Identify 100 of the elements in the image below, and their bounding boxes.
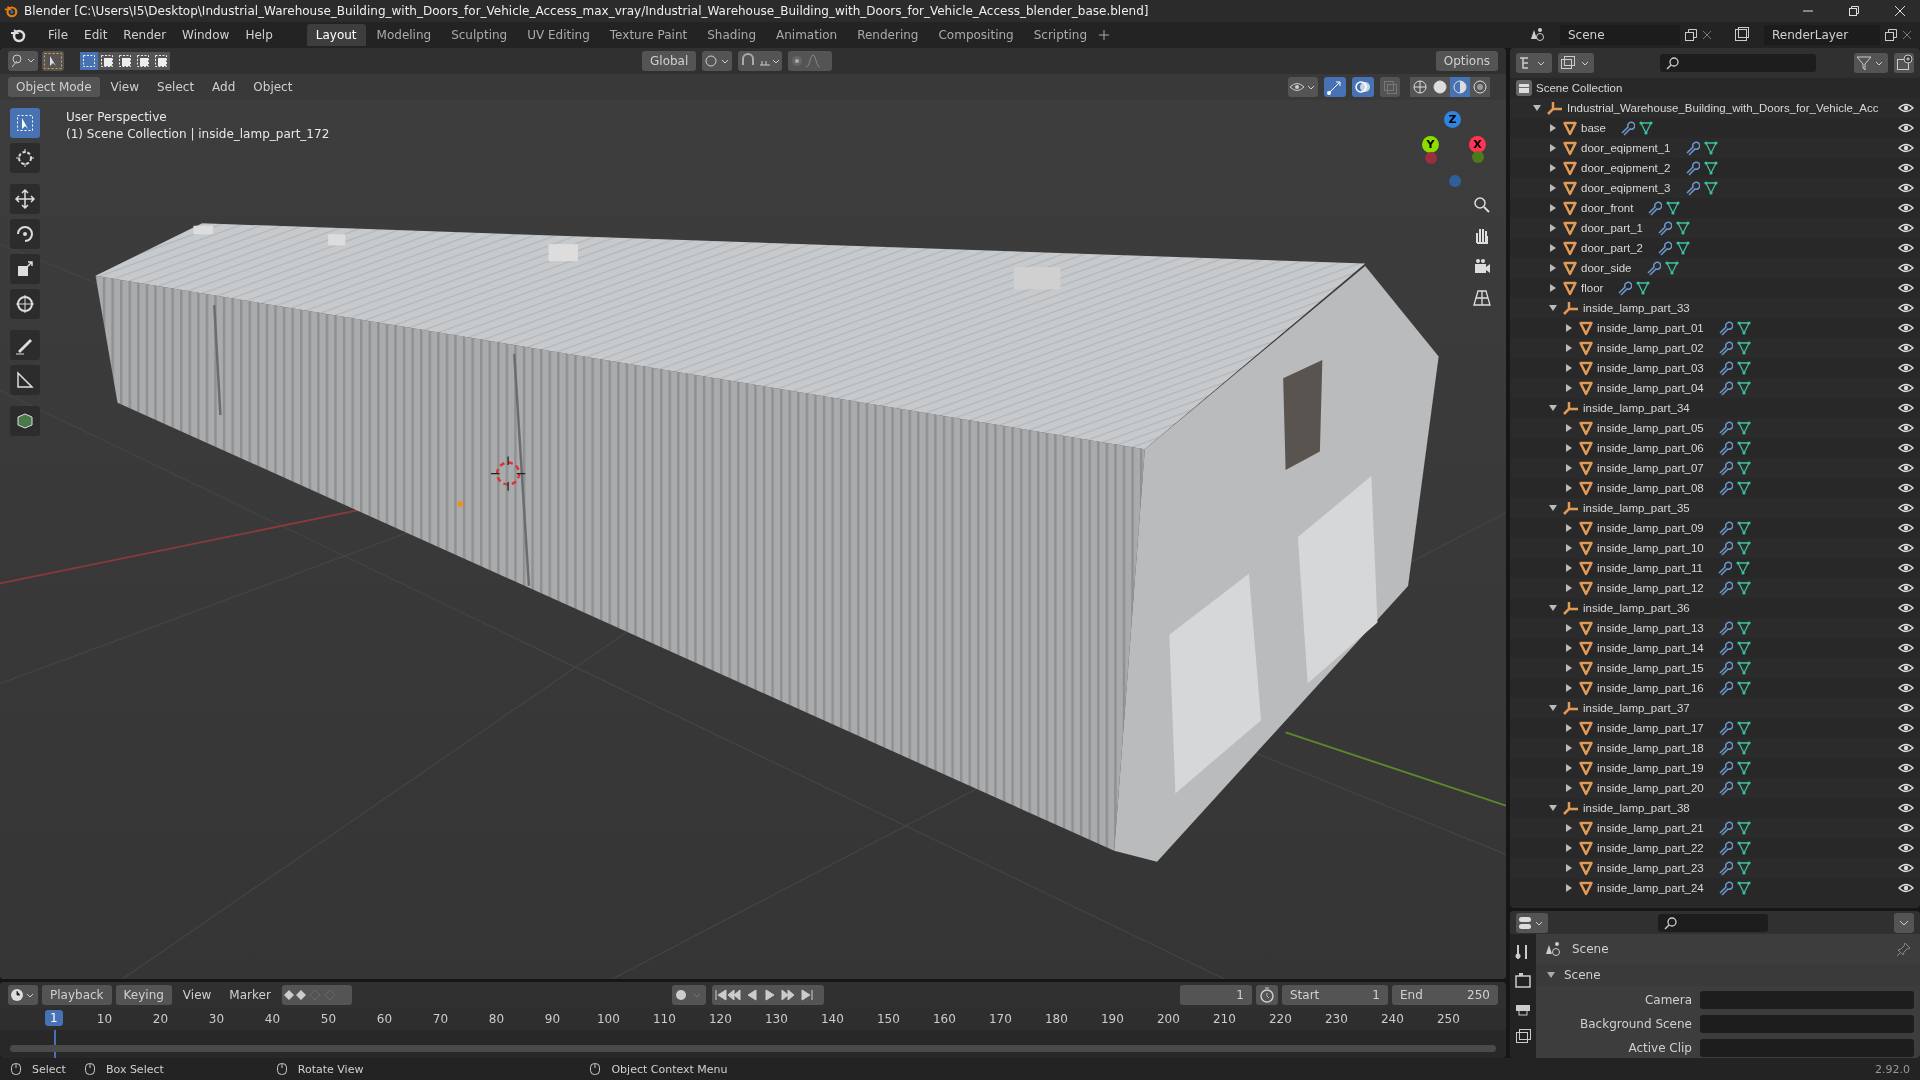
move-tool-icon[interactable] — [10, 184, 40, 214]
eye-icon[interactable] — [1898, 242, 1914, 254]
select-mode-icon[interactable] — [98, 52, 116, 70]
eye-icon[interactable] — [1898, 842, 1914, 854]
menu-item[interactable]: Select — [150, 77, 202, 97]
eye-icon[interactable] — [1898, 282, 1914, 294]
search-field[interactable] — [1658, 913, 1768, 932]
collapsed-arrow-icon[interactable] — [1564, 663, 1574, 673]
workspace-tab[interactable]: Scripting — [1024, 24, 1097, 46]
mesh-data-icon[interactable] — [1735, 760, 1752, 776]
eye-icon[interactable] — [1898, 702, 1914, 714]
mesh-data-icon[interactable] — [1735, 840, 1752, 856]
axis-gizmo-handle[interactable]: Y — [1422, 136, 1439, 153]
start-frame-field[interactable]: Start 1 — [1282, 985, 1388, 1005]
expanded-arrow-icon[interactable] — [1532, 103, 1542, 113]
outliner-item[interactable]: Industrial_Warehouse_Building_with_Doors_for_Vehicle_Acc — [1567, 102, 1879, 114]
workspace-tab[interactable]: Sculpting — [442, 24, 517, 46]
eye-icon[interactable] — [1898, 262, 1914, 274]
annotate-tool-icon[interactable] — [10, 330, 40, 360]
menu-item[interactable]: Edit — [76, 28, 116, 42]
menu-item[interactable]: Object — [246, 77, 300, 97]
eye-icon[interactable] — [1898, 362, 1914, 374]
outliner-item[interactable]: inside_lamp_part_22 — [1597, 842, 1704, 854]
mesh-data-icon[interactable] — [1735, 580, 1752, 596]
outliner-item[interactable]: inside_lamp_part_19 — [1597, 762, 1704, 774]
end-frame-field[interactable]: End 250 — [1392, 985, 1498, 1005]
axis-gizmo-handle[interactable]: Z — [1444, 111, 1461, 128]
mesh-data-icon[interactable] — [1735, 320, 1752, 336]
collapsed-arrow-icon[interactable] — [1564, 463, 1574, 473]
eye-icon[interactable] — [1898, 722, 1914, 734]
mesh-data-icon[interactable] — [1735, 680, 1752, 696]
mesh-data-icon[interactable] — [1735, 520, 1752, 536]
mesh-data-icon[interactable] — [1735, 340, 1752, 356]
expanded-arrow-icon[interactable] — [1548, 503, 1558, 513]
outliner-item[interactable]: inside_lamp_part_16 — [1597, 682, 1704, 694]
eye-icon[interactable] — [1898, 662, 1914, 674]
outliner-item[interactable]: inside_lamp_part_20 — [1597, 782, 1704, 794]
add-cube-tool-icon[interactable] — [10, 406, 40, 436]
cursor-tool-icon[interactable] — [10, 143, 40, 173]
mesh-data-icon[interactable] — [1734, 560, 1751, 576]
eye-icon[interactable] — [1898, 122, 1914, 134]
editor-type-icon[interactable] — [1516, 912, 1548, 933]
add-icon[interactable] — [1098, 29, 1111, 41]
menu-item[interactable]: Playback — [42, 985, 112, 1005]
wrench-icon[interactable] — [1656, 220, 1673, 236]
menu-item[interactable]: Keying — [115, 985, 172, 1005]
mode-dropdown[interactable]: Object Mode — [8, 77, 100, 97]
collapsed-arrow-icon[interactable] — [1564, 443, 1574, 453]
outliner-item[interactable]: inside_lamp_part_38 — [1583, 802, 1690, 814]
collapsed-arrow-icon[interactable] — [1564, 863, 1574, 873]
expanded-arrow-icon[interactable] — [1548, 603, 1558, 613]
outliner-item[interactable]: inside_lamp_part_15 — [1597, 662, 1704, 674]
eye-icon[interactable] — [1898, 762, 1914, 774]
current-frame-field[interactable]: 1 — [1180, 985, 1252, 1005]
collapsed-arrow-icon[interactable] — [1564, 823, 1574, 833]
eye-icon[interactable] — [1898, 682, 1914, 694]
collapsed-arrow-icon[interactable] — [1564, 623, 1574, 633]
collapsed-arrow-icon[interactable] — [1548, 143, 1558, 153]
outliner-item[interactable]: inside_lamp_part_11 — [1597, 562, 1703, 574]
outliner-item[interactable]: inside_lamp_part_14 — [1597, 642, 1704, 654]
select-mode-icon[interactable] — [80, 52, 98, 70]
mesh-data-icon[interactable] — [1735, 880, 1752, 896]
outliner-item[interactable]: door_eqipment_2 — [1581, 162, 1671, 174]
eye-icon[interactable] — [1898, 402, 1914, 414]
outliner-item[interactable]: inside_lamp_part_21 — [1597, 822, 1704, 834]
collapsed-arrow-icon[interactable] — [1564, 723, 1574, 733]
outliner-item[interactable]: door_part_2 — [1581, 242, 1644, 254]
collapsed-arrow-icon[interactable] — [1564, 743, 1574, 753]
expanded-arrow-icon[interactable] — [1548, 303, 1558, 313]
playhead-marker[interactable]: 1 — [45, 1010, 63, 1026]
eye-icon[interactable] — [1898, 562, 1914, 574]
select-mode-icon[interactable] — [152, 52, 170, 70]
shading-mode-icon[interactable] — [1410, 77, 1430, 97]
mesh-data-icon[interactable] — [1665, 200, 1682, 216]
keyframe-icon[interactable] — [281, 985, 352, 1005]
shading-mode-icon[interactable] — [1450, 77, 1470, 97]
mesh-data-icon[interactable] — [1735, 780, 1752, 796]
menu-item[interactable]: View — [175, 985, 219, 1005]
copy-icon[interactable] — [1684, 28, 1698, 42]
collapsed-arrow-icon[interactable] — [1564, 783, 1574, 793]
outliner-item[interactable]: inside_lamp_part_36 — [1583, 602, 1690, 614]
mesh-data-icon[interactable] — [1735, 440, 1752, 456]
orientation-dropdown[interactable]: Global — [642, 51, 697, 71]
collapsed-arrow-icon[interactable] — [1564, 683, 1574, 693]
expanded-arrow-icon[interactable] — [1548, 403, 1558, 413]
collapsed-arrow-icon[interactable] — [1548, 223, 1558, 233]
collapsed-arrow-icon[interactable] — [1548, 163, 1558, 173]
outliner-item[interactable]: inside_lamp_part_04 — [1597, 382, 1704, 394]
outliner-item[interactable]: inside_lamp_part_24 — [1597, 882, 1704, 894]
outliner-item[interactable]: inside_lamp_part_03 — [1597, 362, 1704, 374]
gizmo-toggle-icon[interactable] — [1324, 77, 1346, 97]
mesh-data-icon[interactable] — [1735, 540, 1752, 556]
eye-icon[interactable] — [1898, 582, 1914, 594]
eye-icon[interactable] — [1898, 782, 1914, 794]
eye-icon[interactable] — [1898, 882, 1914, 894]
collapsed-arrow-icon[interactable] — [1564, 543, 1574, 553]
outliner-item[interactable]: inside_lamp_part_07 — [1597, 462, 1704, 474]
options-dropdown[interactable]: Options — [1435, 51, 1498, 71]
eye-icon[interactable] — [1898, 622, 1914, 634]
property-field[interactable] — [1700, 1015, 1914, 1033]
